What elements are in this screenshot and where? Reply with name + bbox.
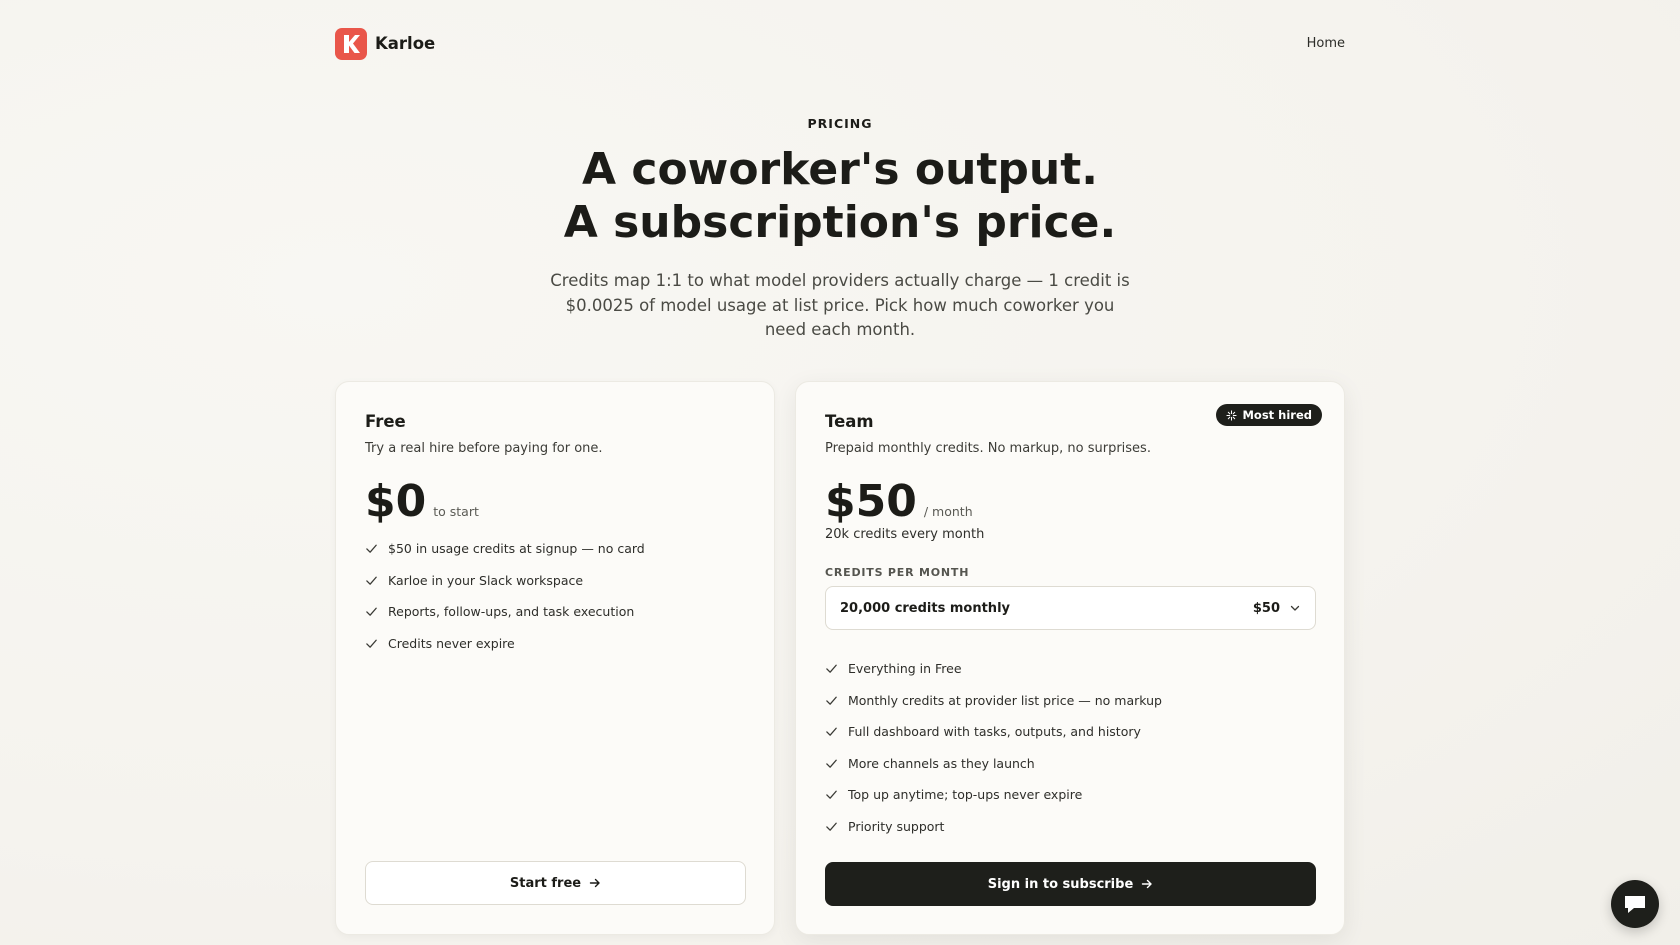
list-item: Monthly credits at provider list price —… [825,685,1162,717]
check-icon [826,727,837,737]
list-item: Top up anytime; top-ups never expire [825,779,1162,811]
check-icon [366,544,377,554]
list-item: Priority support [825,811,1162,843]
plan-price: $50 [825,476,917,527]
start-free-button[interactable]: Start free [365,861,746,905]
top-nav: Karloe Home [335,27,1345,60]
button-label: Sign in to subscribe [987,876,1134,892]
button-label: Start free [509,875,582,891]
list-item: More channels as they launch [825,748,1162,780]
check-icon [826,664,837,674]
check-icon [366,639,377,648]
plan-price: $0 [365,476,427,527]
feature-label: $50 in usage credits at signup — no card [388,541,645,557]
arrow-right-icon [589,878,600,888]
check-icon [826,822,837,831]
list-item: Reports, follow-ups, and task execution [365,596,645,628]
feature-label: Karloe in your Slack workspace [388,572,584,588]
hero: PRICING A coworker's output. A subscript… [0,116,1680,343]
list-item: Karloe in your Slack workspace [365,565,645,597]
list-item: Credits never expire [365,628,645,660]
chevron-down-icon [1290,605,1300,611]
feature-label: Credits never expire [388,635,515,651]
sign-in-subscribe-button[interactable]: Sign in to subscribe [825,862,1316,906]
select-price-group: $50 [1253,601,1301,616]
feature-label: Full dashboard with tasks, outputs, and … [848,724,1141,740]
hero-subtitle: Credits map 1:1 to what model providers … [550,271,1130,339]
plan-description: Try a real hire before paying for one. [365,441,603,456]
title-line-2: A subscription's price. [563,197,1117,248]
chat-launcher-button[interactable] [1611,880,1659,928]
nav-home-link[interactable]: Home [1307,36,1345,51]
page-title: A coworker's output. A subscription's pr… [0,143,1680,249]
credits-select[interactable]: 20,000 credits monthly $50 [825,586,1316,630]
list-item: $50 in usage credits at signup — no card [365,533,645,565]
plan-card-free: Free Try a real hire before paying for o… [335,381,775,935]
feature-label: Top up anytime; top-ups never expire [848,787,1083,803]
check-icon [826,696,837,705]
brand-name: Karloe [375,34,436,53]
credits-select-label: CREDITS PER MONTH [825,566,970,579]
badge-label: Most hired [1242,408,1312,422]
price-row: $50 / month [825,478,973,526]
feature-list: Everything in Free Monthly credits at pr… [825,653,1162,842]
pricing-eyebrow: PRICING [807,116,873,131]
plan-description: Prepaid monthly credits. No markup, no s… [825,441,1151,456]
sparkle-icon [1226,409,1238,421]
chat-bubble-icon [1625,896,1645,913]
most-hired-badge: Most hired [1216,404,1322,426]
feature-label: More channels as they launch [848,755,1035,771]
price-row: $0 to start [365,478,479,526]
check-icon [366,576,377,585]
select-price: $50 [1252,600,1280,616]
brand[interactable]: Karloe [335,27,436,60]
check-icon [826,790,837,800]
list-item: Everything in Free [825,653,1162,685]
feature-list: $50 in usage credits at signup — no card… [365,533,645,659]
credits-summary: 20k credits every month [825,527,985,542]
check-icon [826,759,837,768]
feature-label: Reports, follow-ups, and task execution [388,604,635,620]
check-icon [366,607,377,617]
plan-name: Team [825,412,874,431]
feature-label: Priority support [848,818,945,834]
title-line-1: A coworker's output. [581,144,1098,195]
feature-label: Everything in Free [848,661,962,677]
arrow-right-icon [1142,879,1152,889]
k-logo-icon [335,27,367,60]
list-item: Full dashboard with tasks, outputs, and … [825,716,1162,748]
price-suffix: / month [923,504,973,519]
plan-card-team: Team Most hired Prepaid monthly credits.… [795,381,1345,935]
feature-label: Monthly credits at provider list price —… [848,692,1162,708]
price-suffix: to start [433,504,479,519]
select-value: 20,000 credits monthly [840,600,1010,616]
plan-name: Free [365,412,406,431]
